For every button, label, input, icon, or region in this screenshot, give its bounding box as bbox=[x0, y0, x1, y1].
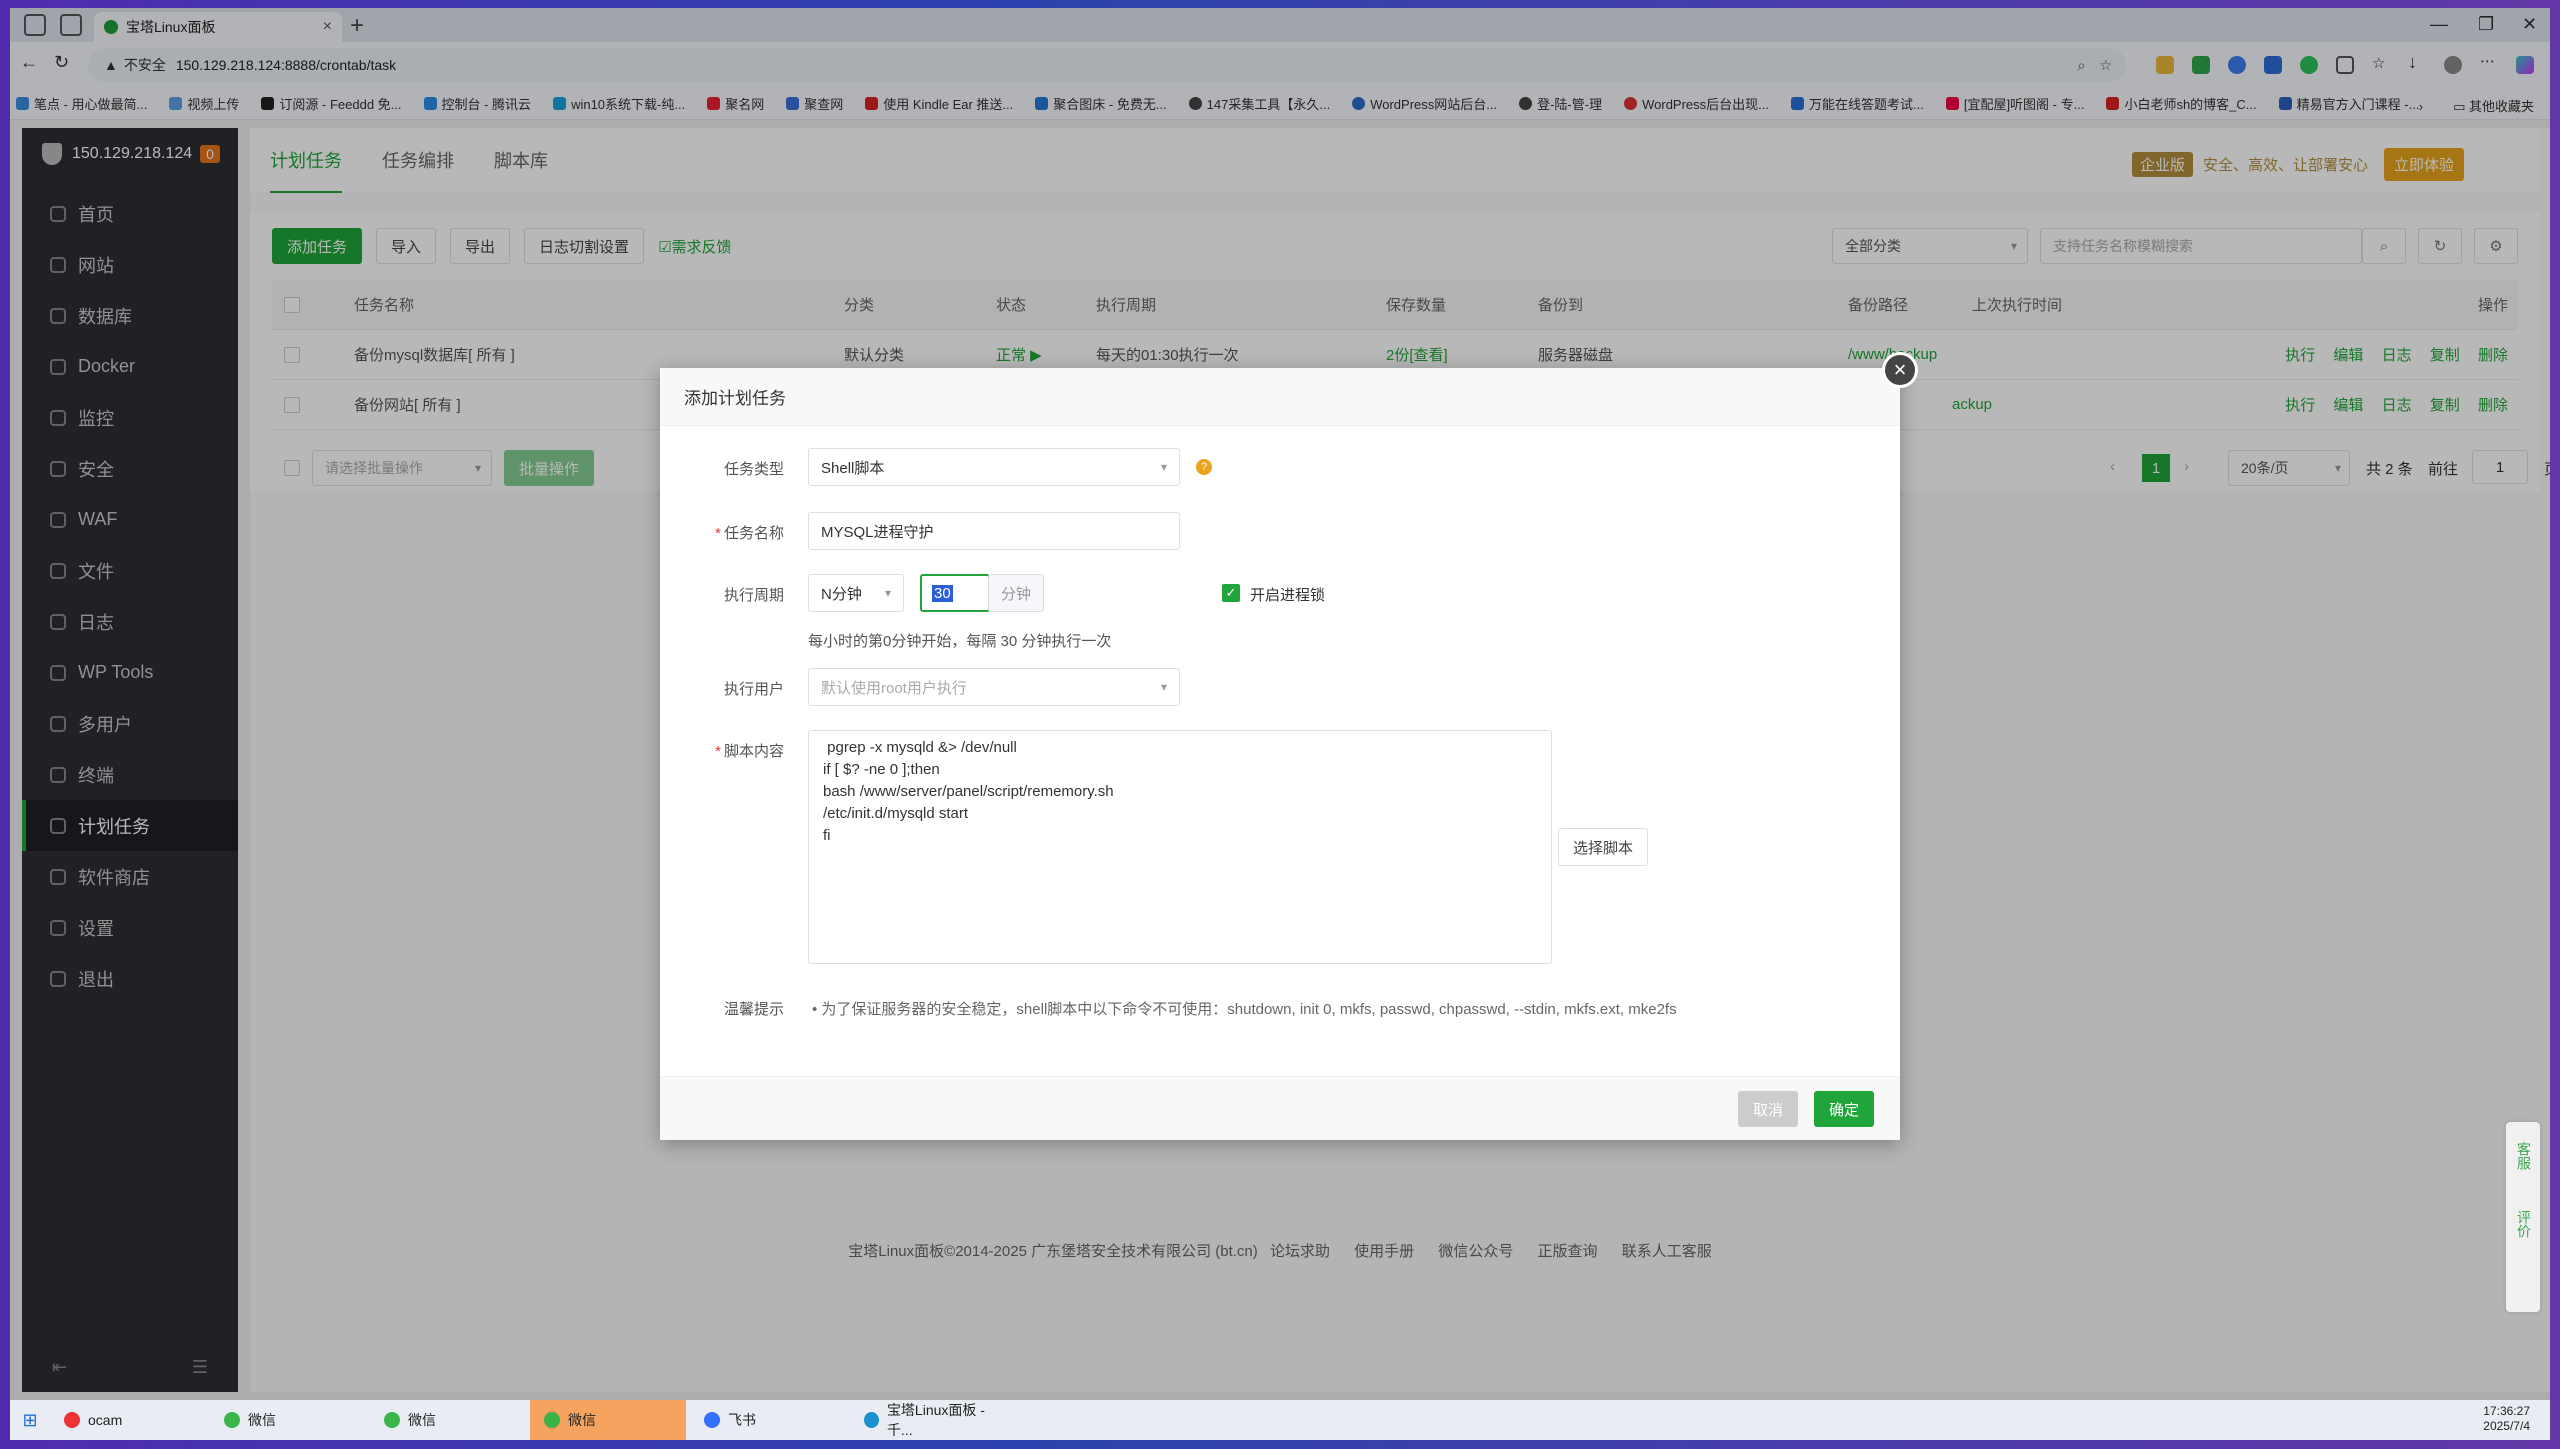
cycle-description: 每小时的第0分钟开始，每隔 30 分钟执行一次 bbox=[808, 633, 1112, 650]
task-type-select[interactable]: Shell脚本 ▾ bbox=[808, 448, 1180, 486]
hint-text: • 为了保证服务器的安全稳定，shell脚本中以下命令不可使用：shutdown… bbox=[812, 1001, 1677, 1018]
cycle-minutes-value: 30 bbox=[932, 584, 953, 602]
process-lock-label: 开启进程锁 bbox=[1250, 587, 1326, 604]
script-editor[interactable]: pgrep -x mysqld &> /dev/null if [ $? -ne… bbox=[808, 730, 1552, 964]
dialog-title: 添加计划任务 bbox=[684, 389, 786, 408]
cancel-button[interactable]: 取消 bbox=[1738, 1091, 1799, 1127]
windows-taskbar: ⊞ ocam 微信 微信 微信 飞书 宝塔Linux面板 - 千... 17:3… bbox=[10, 1400, 2550, 1440]
taskbar-item-edge[interactable]: 宝塔Linux面板 - 千... bbox=[850, 1400, 1006, 1440]
help-icon[interactable]: ? bbox=[1196, 459, 1212, 475]
customer-service-link[interactable]: 客服 bbox=[2514, 1142, 2534, 1170]
review-link[interactable]: 评价 bbox=[2514, 1210, 2534, 1238]
cycle-minutes-input[interactable]: 30 bbox=[920, 574, 990, 612]
dialog-header: 添加计划任务 bbox=[660, 368, 1900, 426]
user-label: 执行用户 bbox=[723, 681, 784, 698]
process-lock-checkbox[interactable]: ✓ bbox=[1222, 584, 1240, 602]
dialog-close-icon[interactable]: × bbox=[1882, 352, 1918, 388]
hint-label: 温馨提示 bbox=[723, 1001, 784, 1018]
task-type-label: 任务类型 bbox=[723, 461, 784, 478]
chevron-down-icon: ▾ bbox=[884, 586, 891, 600]
windows-start-icon[interactable]: ⊞ bbox=[10, 1410, 50, 1431]
user-select[interactable]: 默认使用root用户执行 ▾ bbox=[808, 668, 1180, 706]
dialog-footer: 取消 确定 bbox=[660, 1076, 1900, 1140]
add-task-dialog: 添加计划任务 × 任务类型 Shell脚本 ▾ ? * 任务名称 MYSQL进程守护… bbox=[660, 352, 1918, 1140]
chevron-down-icon: ▾ bbox=[1160, 460, 1167, 474]
confirm-button[interactable]: 确定 bbox=[1814, 1091, 1875, 1127]
chevron-down-icon: ▾ bbox=[1160, 680, 1167, 694]
cycle-unit: 分钟 bbox=[988, 574, 1044, 612]
taskbar-item-ocam[interactable]: ocam bbox=[50, 1400, 206, 1440]
task-name-label: * 任务名称 bbox=[715, 525, 784, 542]
choose-script-button[interactable]: 选择脚本 bbox=[1558, 828, 1649, 866]
taskbar-item-wechat[interactable]: 微信 bbox=[370, 1400, 526, 1440]
system-clock[interactable]: 17:36:27 2025/7/4 bbox=[2483, 1404, 2530, 1434]
taskbar-item-wechat[interactable]: 微信 bbox=[210, 1400, 366, 1440]
cycle-label: 执行周期 bbox=[723, 587, 784, 604]
taskbar-item-wechat[interactable]: 微信 bbox=[530, 1400, 686, 1440]
side-float-panel: 客服 评价 bbox=[2506, 1122, 2540, 1312]
script-label: * 脚本内容 bbox=[715, 743, 784, 760]
task-name-input[interactable]: MYSQL进程守护 bbox=[808, 512, 1180, 550]
cycle-type-select[interactable]: N分钟 ▾ bbox=[808, 574, 904, 612]
taskbar-item-feishu[interactable]: 飞书 bbox=[690, 1400, 846, 1440]
